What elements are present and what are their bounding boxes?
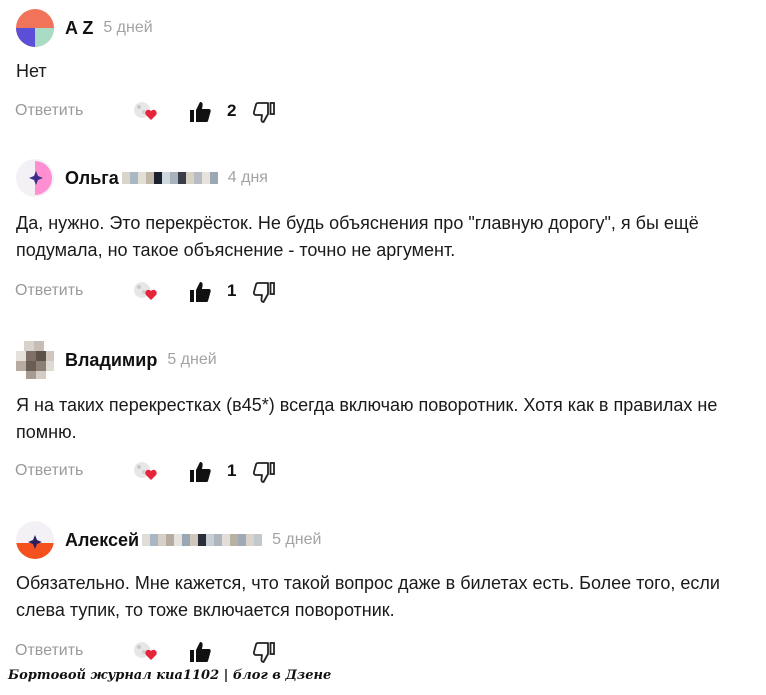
comment-text: Обязательно. Мне кажется, что такой вопр… — [16, 573, 720, 620]
redacted-name-pixels — [142, 533, 263, 547]
like-count: 1 — [227, 461, 237, 480]
thumbs-down-icon[interactable] — [252, 640, 276, 664]
thumbs-down-icon[interactable] — [252, 460, 276, 484]
author-name[interactable]: Алексей — [65, 530, 139, 551]
like-count: 1 — [227, 281, 237, 300]
reply-button[interactable]: Ответить — [15, 642, 83, 660]
thumbs-up-icon[interactable] — [188, 640, 212, 664]
avatar[interactable] — [16, 9, 54, 47]
redacted-name-pixels — [121, 171, 218, 185]
comment-text: Нет — [16, 61, 47, 81]
reply-button[interactable]: Ответить — [15, 462, 83, 480]
comment-text: Я на таких перекрестках (в45*) всегда вк… — [16, 395, 718, 442]
thumbs-up-icon[interactable] — [188, 460, 212, 484]
comment-actions: Ответить 1 — [0, 460, 766, 484]
author-name[interactable]: Ольга — [65, 168, 119, 189]
reply-button[interactable]: Ответить — [15, 282, 83, 300]
comment-time: 4 дня — [227, 169, 268, 186]
comment-time: 5 дней — [167, 351, 217, 368]
like-count: 2 — [227, 101, 237, 120]
thumbs-down-icon[interactable] — [252, 280, 276, 304]
avatar[interactable] — [16, 341, 54, 379]
reaction-heart-icon[interactable] — [132, 280, 158, 302]
avatar[interactable] — [16, 159, 54, 197]
comment-header: A Z 5 дней — [16, 8, 153, 48]
thumbs-up-icon[interactable] — [188, 280, 212, 304]
thumbs-up-icon[interactable] — [188, 100, 212, 124]
author-name[interactable]: Владимир — [65, 350, 157, 371]
watermark: Бортовой журнал киа1102 | блог в Дзене — [8, 668, 332, 683]
comment-time: 5 дней — [272, 531, 322, 548]
comment-actions: Ответить — [0, 640, 766, 664]
comment-time: 5 дней — [103, 19, 153, 36]
comment-actions: Ответить 1 — [0, 280, 766, 304]
reaction-heart-icon[interactable] — [132, 640, 158, 662]
reaction-heart-icon[interactable] — [132, 460, 158, 482]
comment-header: Владимир 5 дней — [16, 340, 217, 380]
author-name[interactable]: A Z — [65, 18, 93, 39]
comment-header: Алексей 5 дней — [16, 520, 321, 560]
thumbs-down-icon[interactable] — [252, 100, 276, 124]
avatar[interactable] — [16, 521, 54, 559]
comment-text: Да, нужно. Это перекрёсток. Не будь объя… — [16, 213, 699, 260]
reply-button[interactable]: Ответить — [15, 102, 83, 120]
comment-actions: Ответить 2 — [0, 100, 766, 124]
reaction-heart-icon[interactable] — [132, 100, 158, 122]
comment-header: Ольга 4 дня — [16, 158, 268, 198]
